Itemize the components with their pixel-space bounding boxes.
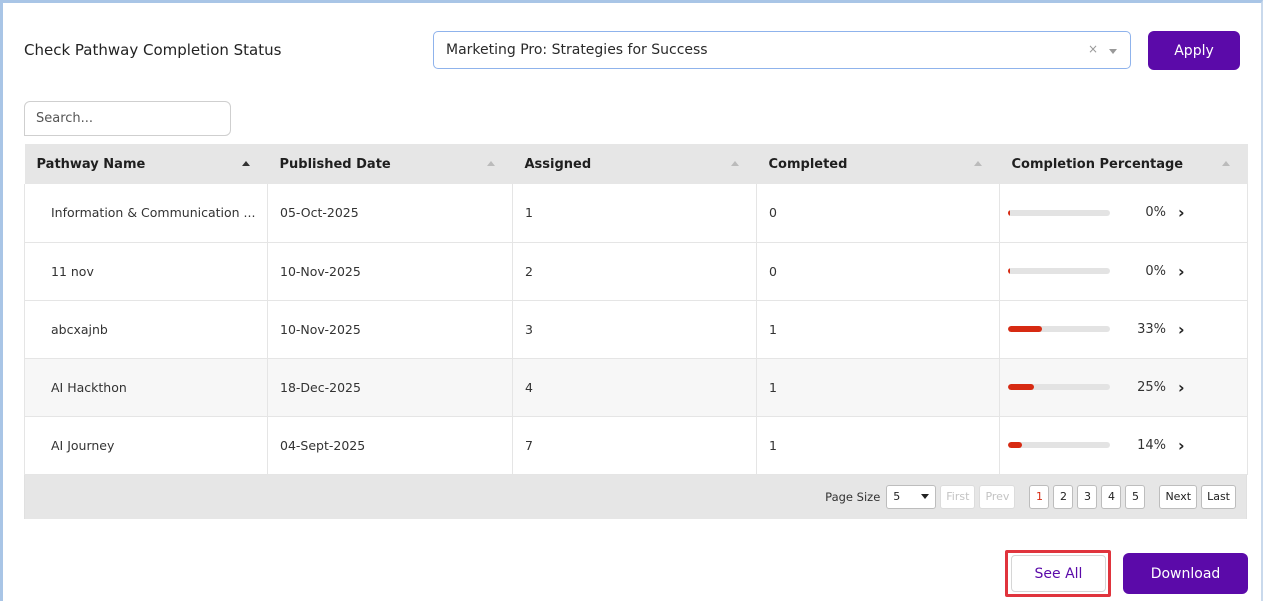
progress-bar	[1008, 268, 1110, 274]
progress-fill	[1008, 384, 1034, 390]
cell-published-date: 10-Nov-2025	[267, 242, 513, 301]
cell-published-date: 04-Sept-2025	[267, 416, 513, 475]
cell-pathway-name: abcxajnb	[24, 300, 268, 359]
cell-completed: 0	[756, 184, 1000, 243]
progress-bar	[1008, 209, 1110, 216]
percent-label: 25%	[1137, 379, 1166, 395]
col-header-label: Completed	[768, 156, 848, 172]
page-size-value: 5	[893, 490, 901, 503]
table-row: 11 nov 10-Nov-2025 2 0 0% ›	[24, 242, 1248, 301]
cell-completion-percentage: 25% ›	[999, 358, 1248, 417]
col-header-assigned[interactable]: Assigned	[512, 144, 757, 184]
sort-icon[interactable]	[1221, 161, 1230, 166]
chevron-right-icon[interactable]: ›	[1178, 320, 1185, 339]
cell-completed: 1	[756, 358, 1000, 417]
see-all-button[interactable]: See All	[1011, 555, 1106, 592]
col-header-completion-percentage[interactable]: Completion Percentage	[999, 144, 1248, 184]
apply-button[interactable]: Apply	[1148, 31, 1240, 70]
page-frame: Check Pathway Completion Status Marketin…	[0, 0, 1263, 601]
pathway-select[interactable]: Marketing Pro: Strategies for Success ×	[433, 31, 1131, 69]
percent-label: 0%	[1145, 263, 1166, 279]
chevron-right-icon[interactable]: ›	[1178, 378, 1185, 397]
progress-fill	[1008, 326, 1042, 332]
pathway-table: Pathway Name Published Date Assigned Com…	[24, 144, 1248, 519]
cell-completion-percentage: 33% ›	[999, 300, 1248, 359]
chevron-right-icon[interactable]: ›	[1178, 203, 1185, 222]
percent-label: 0%	[1145, 205, 1166, 221]
next-page-button[interactable]: Next	[1159, 484, 1198, 509]
sort-asc-icon[interactable]	[241, 161, 250, 166]
percent-label: 33%	[1137, 321, 1166, 337]
cell-assigned: 3	[512, 300, 757, 359]
pathway-select-value: Marketing Pro: Strategies for Success	[446, 42, 708, 58]
col-header-pathway-name[interactable]: Pathway Name	[24, 144, 268, 184]
page-size-label: Page Size	[825, 489, 881, 504]
cell-pathway-name: 11 nov	[24, 242, 268, 301]
table-row: Information & Communication ... 05-Oct-2…	[24, 184, 1248, 243]
cell-completion-percentage: 0% ›	[999, 242, 1248, 301]
col-header-published-date[interactable]: Published Date	[267, 144, 513, 184]
chevron-down-icon[interactable]	[1109, 49, 1117, 54]
cell-assigned: 1	[512, 184, 757, 243]
cell-pathway-name: Information & Communication ...	[24, 184, 268, 243]
pagination-bar: Page Size 5 First Prev 1 2 3 4 5 Next La…	[24, 474, 1247, 519]
table-row: AI Hackthon 18-Dec-2025 4 1 25% ›	[24, 358, 1248, 417]
col-header-label: Published Date	[279, 156, 391, 172]
chevron-right-icon[interactable]: ›	[1178, 262, 1185, 281]
progress-bar	[1008, 326, 1110, 332]
table-header-row: Pathway Name Published Date Assigned Com…	[24, 144, 1248, 184]
first-page-button[interactable]: First	[940, 484, 976, 509]
cell-pathway-name: AI Journey	[24, 416, 268, 475]
search-input[interactable]	[24, 101, 231, 136]
col-header-label: Assigned	[524, 156, 592, 172]
sort-icon[interactable]	[486, 161, 495, 166]
cell-assigned: 4	[512, 358, 757, 417]
page-button-1[interactable]: 1	[1029, 484, 1050, 509]
sort-icon[interactable]	[730, 161, 739, 166]
prev-page-button[interactable]: Prev	[979, 484, 1016, 509]
page-button-5[interactable]: 5	[1125, 484, 1146, 509]
table-row: abcxajnb 10-Nov-2025 3 1 33% ›	[24, 300, 1248, 359]
chevron-right-icon[interactable]: ›	[1178, 436, 1185, 455]
cell-assigned: 2	[512, 242, 757, 301]
progress-fill	[1008, 442, 1023, 448]
cell-completion-percentage: 0% ›	[999, 184, 1248, 243]
percent-label: 14%	[1137, 437, 1166, 453]
page-size-select[interactable]: 5	[886, 484, 937, 509]
progress-bar	[1008, 384, 1110, 390]
cell-completion-percentage: 14% ›	[999, 416, 1248, 475]
download-button[interactable]: Download	[1123, 553, 1248, 594]
page-button-4[interactable]: 4	[1101, 484, 1122, 509]
cell-published-date: 10-Nov-2025	[267, 300, 513, 359]
table-row: AI Journey 04-Sept-2025 7 1 14% ›	[24, 416, 1248, 475]
cell-completed: 1	[756, 416, 1000, 475]
page-button-2[interactable]: 2	[1053, 484, 1074, 509]
chevron-down-icon	[921, 494, 930, 499]
page-title: Check Pathway Completion Status	[24, 41, 282, 59]
progress-fill	[1008, 268, 1011, 274]
progress-fill	[1008, 209, 1011, 216]
cell-assigned: 7	[512, 416, 757, 475]
page-button-3[interactable]: 3	[1077, 484, 1098, 509]
last-page-button[interactable]: Last	[1201, 484, 1236, 509]
sort-icon[interactable]	[973, 161, 982, 166]
cell-completed: 1	[756, 300, 1000, 359]
cell-pathway-name: AI Hackthon	[24, 358, 268, 417]
cell-published-date: 05-Oct-2025	[267, 184, 513, 243]
col-header-label: Completion Percentage	[1011, 156, 1184, 172]
cell-published-date: 18-Dec-2025	[267, 358, 513, 417]
col-header-completed[interactable]: Completed	[756, 144, 1000, 184]
clear-icon[interactable]: ×	[1088, 42, 1098, 56]
col-header-label: Pathway Name	[36, 156, 146, 172]
cell-completed: 0	[756, 242, 1000, 301]
progress-bar	[1008, 442, 1110, 448]
